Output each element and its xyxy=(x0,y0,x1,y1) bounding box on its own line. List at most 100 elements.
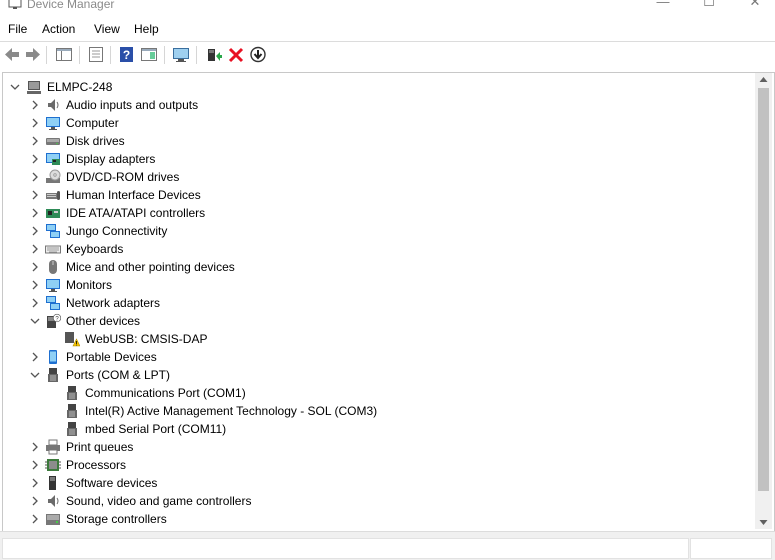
speaker-icon xyxy=(48,495,59,507)
tree-category[interactable]: Display adapters xyxy=(3,150,753,168)
tree-category[interactable]: Audio inputs and outputs xyxy=(3,96,753,114)
chevron-right-icon[interactable] xyxy=(30,262,40,272)
chevron-right-icon[interactable] xyxy=(30,298,40,308)
svg-text:?: ? xyxy=(123,48,130,62)
tree-item-label: Audio inputs and outputs xyxy=(66,98,199,112)
close-button[interactable]: ✕ xyxy=(732,0,775,14)
status-pane-secondary xyxy=(690,538,772,559)
tree-category[interactable]: Computer xyxy=(3,114,753,132)
tree-category[interactable]: ? Other devices xyxy=(3,312,753,330)
chevron-right-icon[interactable] xyxy=(30,460,40,470)
chevron-right-icon[interactable] xyxy=(30,136,40,146)
tree-category[interactable]: Processors xyxy=(3,456,753,474)
tree-item-label: Storage controllers xyxy=(66,512,167,526)
help-icon[interactable]: ? xyxy=(118,46,136,63)
tree-category[interactable]: Ports (COM & LPT) xyxy=(3,366,753,384)
menu-action[interactable]: Action xyxy=(42,22,75,36)
minimize-button[interactable]: — xyxy=(640,0,686,14)
chevron-right-icon[interactable] xyxy=(30,190,40,200)
uninstall-device-icon[interactable] xyxy=(227,46,245,63)
tree-category[interactable]: Network adapters xyxy=(3,294,753,312)
tree-device[interactable]: WebUSB: CMSIS-DAP xyxy=(3,330,753,348)
network-icon xyxy=(46,296,60,310)
tree-category[interactable]: Disk drives xyxy=(3,132,753,150)
tree-category[interactable]: Mice and other pointing devices xyxy=(3,258,753,276)
storage-icon xyxy=(46,514,60,525)
tree-category[interactable]: Print queues xyxy=(3,438,753,456)
tree-device[interactable]: Communications Port (COM1) xyxy=(3,384,753,402)
tree-category[interactable]: Jungo Connectivity xyxy=(3,222,753,240)
tree-category[interactable]: Storage controllers xyxy=(3,510,753,528)
dvd-icon xyxy=(46,169,61,183)
chevron-right-icon[interactable] xyxy=(30,100,40,110)
tree-item-label: Disk drives xyxy=(66,134,125,148)
action-pane-icon[interactable] xyxy=(140,46,158,63)
tree-category[interactable]: Portable Devices xyxy=(3,348,753,366)
scroll-up-arrow-icon[interactable] xyxy=(759,76,768,83)
toolbar-separator xyxy=(110,46,111,64)
device-tree[interactable]: ELMPC-248 Audio inputs and outputs Comput… xyxy=(2,72,775,532)
chevron-down-icon[interactable] xyxy=(30,370,40,380)
tree-item-label: Mice and other pointing devices xyxy=(66,260,235,274)
chevron-right-icon[interactable] xyxy=(30,442,40,452)
chevron-right-icon[interactable] xyxy=(30,208,40,218)
scan-hardware-icon[interactable] xyxy=(172,46,190,63)
back-arrow-icon[interactable] xyxy=(3,46,21,63)
chevron-right-icon[interactable] xyxy=(30,478,40,488)
menu-help[interactable]: Help xyxy=(134,22,159,36)
tree-category[interactable]: Keyboards xyxy=(3,240,753,258)
chevron-right-icon[interactable] xyxy=(30,280,40,290)
vertical-scrollbar[interactable] xyxy=(755,73,772,529)
tree-category[interactable]: IDE ATA/ATAPI controllers xyxy=(3,204,753,222)
forward-arrow-icon[interactable] xyxy=(24,46,42,63)
update-driver-icon[interactable] xyxy=(205,46,223,63)
device-manager-icon xyxy=(8,0,22,9)
tree-category[interactable]: Monitors xyxy=(3,276,753,294)
chevron-right-icon[interactable] xyxy=(30,514,40,524)
tree-device[interactable]: mbed Serial Port (COM11) xyxy=(3,420,753,438)
tree-item-label: Network adapters xyxy=(66,296,161,310)
tree-item-label: Print queues xyxy=(66,440,134,454)
tree-category[interactable]: Human Interface Devices xyxy=(3,186,753,204)
toolbar-separator xyxy=(164,46,165,64)
monitor-icon xyxy=(46,117,60,130)
chevron-right-icon[interactable] xyxy=(30,496,40,506)
chevron-right-icon[interactable] xyxy=(30,118,40,128)
printer-icon xyxy=(46,439,60,455)
chevron-right-icon[interactable] xyxy=(30,154,40,164)
tree-item-label: Computer xyxy=(66,116,119,130)
tree-item-label: Jungo Connectivity xyxy=(66,224,168,238)
chevron-down-icon[interactable] xyxy=(10,82,20,92)
disable-device-icon[interactable] xyxy=(249,46,267,63)
maximize-button[interactable]: ☐ xyxy=(686,0,732,14)
properties-icon[interactable] xyxy=(87,46,105,63)
scroll-down-arrow-icon[interactable] xyxy=(759,519,768,526)
chevron-right-icon[interactable] xyxy=(30,226,40,236)
menu-file[interactable]: File xyxy=(8,22,27,36)
portable-device-icon xyxy=(49,350,57,364)
tree-item-label: IDE ATA/ATAPI controllers xyxy=(66,206,206,220)
tree-item-label: Keyboards xyxy=(66,242,124,256)
tree-item-label: Sound, video and game controllers xyxy=(66,494,252,508)
display-adapter-icon xyxy=(46,153,60,165)
speaker-icon xyxy=(48,99,59,111)
tree-item-label: DVD/CD-ROM drives xyxy=(66,170,180,184)
tree-category[interactable]: Sound, video and game controllers xyxy=(3,492,753,510)
toolbar-separator xyxy=(196,46,197,64)
tree-device[interactable]: Intel(R) Active Management Technology - … xyxy=(3,402,753,420)
chevron-right-icon[interactable] xyxy=(30,244,40,254)
chevron-right-icon[interactable] xyxy=(30,172,40,182)
scrollbar-thumb[interactable] xyxy=(758,88,769,491)
processor-icon xyxy=(45,459,61,471)
tree-item-label: Display adapters xyxy=(66,152,156,166)
toolbar-separator xyxy=(79,46,80,64)
show-hide-console-tree-icon[interactable] xyxy=(55,46,73,63)
port-icon xyxy=(67,422,77,436)
tree-category[interactable]: Software devices xyxy=(3,474,753,492)
chevron-down-icon[interactable] xyxy=(30,316,40,326)
tree-item-label: Other devices xyxy=(66,314,141,328)
tree-category[interactable]: DVD/CD-ROM drives xyxy=(3,168,753,186)
tree-root[interactable]: ELMPC-248 xyxy=(3,78,753,96)
menu-view[interactable]: View xyxy=(94,22,120,36)
chevron-right-icon[interactable] xyxy=(30,352,40,362)
